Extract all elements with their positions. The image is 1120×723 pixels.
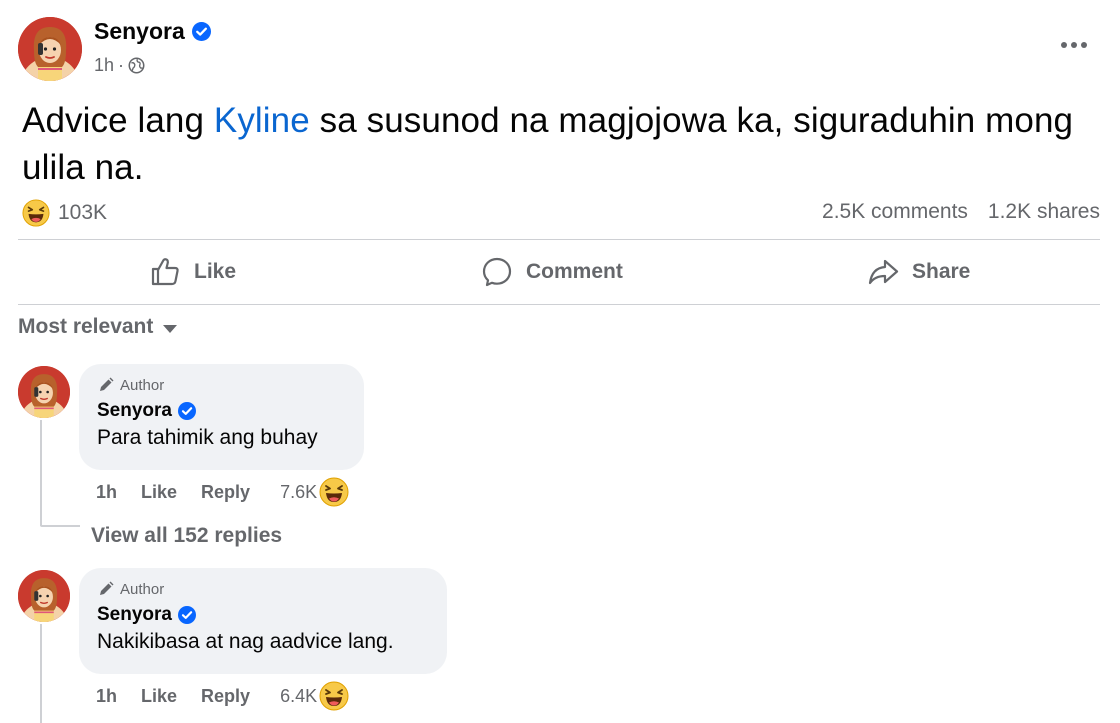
avatar-image <box>18 366 70 418</box>
commenter-avatar[interactable] <box>18 570 70 622</box>
like-button[interactable]: Like <box>148 255 236 289</box>
author-tag-label: Author <box>120 580 165 598</box>
author-name-text[interactable]: Senyora <box>94 18 185 45</box>
thread-line <box>40 624 42 723</box>
comment-sort-dropdown[interactable]: Most relevant <box>18 315 178 339</box>
verified-badge-icon <box>178 402 196 420</box>
comment-time[interactable]: 1h <box>96 482 117 503</box>
meta-separator: · <box>118 55 125 75</box>
avatar-image <box>18 570 70 622</box>
comment-reply-button[interactable]: Reply <box>201 686 250 707</box>
comment-button[interactable]: Comment <box>480 255 623 289</box>
more-options-button[interactable] <box>1058 30 1090 60</box>
author-badge: Author <box>97 374 346 396</box>
view-replies-link[interactable]: View all 152 replies <box>91 524 282 548</box>
comment-reaction-count[interactable]: 6.4K <box>280 686 317 707</box>
commenter-name[interactable]: Senyora <box>97 604 429 626</box>
comment-label: Comment <box>526 260 623 283</box>
divider <box>18 304 1100 305</box>
post-author[interactable]: Senyora <box>94 18 211 45</box>
author-avatar[interactable] <box>18 17 82 81</box>
comment-reaction-count[interactable]: 7.6K <box>280 482 317 503</box>
thread-line <box>40 420 42 526</box>
haha-emoji-icon <box>319 681 349 711</box>
commenter-name-text[interactable]: Senyora <box>97 604 172 626</box>
comment-reply-button[interactable]: Reply <box>201 482 250 503</box>
globe-icon <box>128 57 145 74</box>
reaction-count[interactable]: 103K <box>58 201 107 225</box>
comment-actions: 1h Like Reply 6.4K <box>96 681 349 711</box>
post-stats: 2.5K comments 1.2K shares <box>822 200 1100 224</box>
comment-bubble-icon <box>482 257 512 287</box>
shares-count[interactable]: 1.2K shares <box>988 200 1100 224</box>
haha-emoji-icon <box>319 477 349 507</box>
sort-label: Most relevant <box>18 315 154 338</box>
commenter-name[interactable]: Senyora <box>97 400 346 422</box>
caret-down-icon <box>163 324 178 333</box>
commenter-name-text[interactable]: Senyora <box>97 400 172 422</box>
comment-time[interactable]: 1h <box>96 686 117 707</box>
post-text: Advice lang Kyline sa susunod na magjojo… <box>22 97 1097 191</box>
verified-badge-icon <box>178 606 196 624</box>
comment-bubble: Author Senyora Nakikibasa at nag aadvice… <box>79 568 447 674</box>
mention-link[interactable]: Kyline <box>214 101 310 140</box>
pen-icon <box>100 581 114 595</box>
comment-like-button[interactable]: Like <box>141 482 177 503</box>
share-button[interactable]: Share <box>866 255 970 289</box>
comment-text: Para tahimik ang buhay <box>97 426 318 449</box>
divider <box>18 239 1100 240</box>
share-label: Share <box>912 260 971 283</box>
avatar-image <box>18 17 82 81</box>
like-label: Like <box>194 260 237 283</box>
thumbs-up-icon <box>151 258 179 286</box>
author-badge: Author <box>97 578 429 600</box>
comments-count[interactable]: 2.5K comments <box>822 200 968 224</box>
comment-actions: 1h Like Reply 7.6K <box>96 477 349 507</box>
verified-badge-icon <box>192 22 211 41</box>
more-options-icon <box>1061 42 1067 48</box>
post-meta: 1h · <box>94 55 145 76</box>
post-time[interactable]: 1h <box>94 55 114 76</box>
reactions-summary[interactable]: 103K <box>22 199 107 227</box>
comment-bubble: Author Senyora Para tahimik ang buhay <box>79 364 364 470</box>
thread-line-connector <box>40 525 80 527</box>
share-arrow-icon <box>868 259 899 285</box>
comment-like-button[interactable]: Like <box>141 686 177 707</box>
pen-icon <box>100 377 114 391</box>
comment-text: Nakikibasa at nag aadvice lang. <box>97 630 394 653</box>
commenter-avatar[interactable] <box>18 366 70 418</box>
author-tag-label: Author <box>120 376 165 394</box>
post-text-before: Advice lang <box>22 101 214 140</box>
haha-emoji-icon <box>22 199 50 227</box>
